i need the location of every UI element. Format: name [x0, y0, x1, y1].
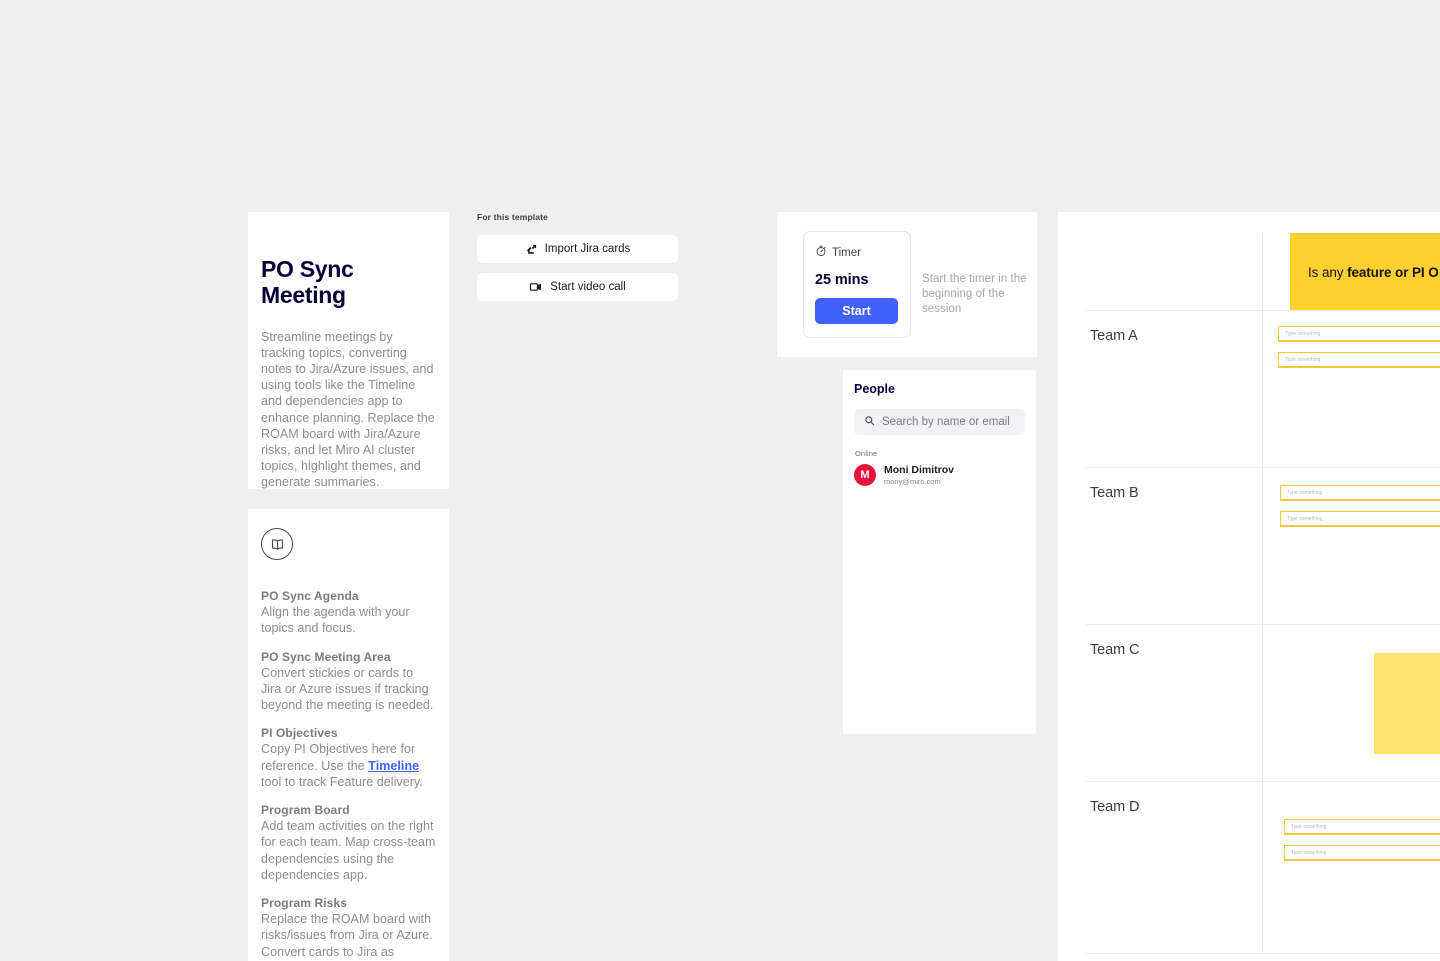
- table-row: Team B Type something Type something: [1086, 468, 1440, 625]
- agenda-section-body: Replace the ROAM board with risks/issues…: [261, 912, 433, 961]
- person-info: Moni Dimitrov mony@miro.com: [884, 464, 954, 487]
- intro-description: Streamline meetings by tracking topics, …: [261, 329, 435, 489]
- intro-card: PO Sync Meeting Streamline meetings by t…: [248, 212, 449, 489]
- sticky-input[interactable]: Type something: [1280, 511, 1440, 527]
- start-video-call-label: Start video call: [550, 281, 626, 293]
- program-board-panel: Is any feature or PI O Team A Type somet…: [1058, 212, 1440, 961]
- timer-header: Timer: [815, 245, 899, 260]
- board-row-label: Team A: [1090, 328, 1138, 344]
- sticky-note[interactable]: [1374, 653, 1440, 754]
- agenda-section: PO Sync Agenda Align the agenda with you…: [261, 589, 436, 637]
- person-email: mony@miro.com: [884, 477, 941, 487]
- open-book-icon: [261, 528, 293, 560]
- table-row: Team A Type something Type something: [1086, 311, 1440, 468]
- sticky-input[interactable]: Type something: [1284, 819, 1440, 835]
- people-panel: People Search by name or email Online M …: [843, 370, 1036, 734]
- template-actions-panel: For this template Import Jira cards Star…: [477, 212, 683, 311]
- agenda-section-heading: Program Board: [261, 803, 350, 817]
- agenda-body-after: tool to track Feature delivery.: [261, 774, 423, 789]
- table-row: Team C: [1086, 625, 1440, 782]
- agenda-section: PO Sync Meeting Area Convert stickies or…: [261, 650, 436, 714]
- import-jira-cards-label: Import Jira cards: [544, 243, 631, 255]
- timer-start-button[interactable]: Start: [815, 298, 898, 324]
- agenda-section-body: Convert stickies or cards to Jira or Azu…: [261, 665, 434, 713]
- timer-value: 25 mins: [815, 272, 869, 288]
- person-name: Moni Dimitrov: [884, 464, 954, 476]
- agenda-card: PO Sync Agenda Align the agenda with you…: [248, 509, 449, 961]
- timer-hint-text: Start the timer in the beginning of the …: [922, 273, 1027, 316]
- agenda-section-heading: PO Sync Agenda: [261, 589, 359, 603]
- timeline-link[interactable]: Timeline: [368, 759, 419, 773]
- agenda-section: Program Risks Replace the ROAM board wit…: [261, 896, 436, 961]
- template-actions-label: For this template: [477, 212, 549, 222]
- agenda-section-heading: PI Objectives: [261, 726, 338, 741]
- list-item[interactable]: M Moni Dimitrov mony@miro.com: [854, 464, 1025, 487]
- people-search-field[interactable]: Search by name or email: [854, 409, 1025, 435]
- agenda-section-body: Align the agenda with your topics and fo…: [261, 605, 410, 636]
- import-jira-icon: [525, 243, 538, 256]
- timer-label: Timer: [832, 246, 861, 259]
- timer-panel: Timer 25 mins Start Start the timer in t…: [777, 212, 1037, 357]
- board-row-label: Team D: [1090, 799, 1140, 815]
- agenda-section-heading: Program Risks: [261, 896, 348, 910]
- agenda-section: Program Board Add team activities on the…: [261, 803, 436, 883]
- sticky-input[interactable]: Type something: [1280, 485, 1440, 501]
- stopwatch-icon: [815, 245, 827, 260]
- board-row-label: Team C: [1090, 642, 1140, 658]
- board-header-row: [1086, 233, 1440, 311]
- sticky-input[interactable]: Type something: [1278, 326, 1440, 342]
- import-jira-cards-button[interactable]: Import Jira cards: [477, 235, 678, 263]
- board-row-label: Team B: [1090, 485, 1139, 501]
- timer-widget: Timer 25 mins Start: [803, 231, 911, 338]
- search-icon: [864, 413, 875, 431]
- people-online-label: Online: [855, 449, 878, 458]
- video-camera-icon: [529, 280, 543, 294]
- people-search-placeholder: Search by name or email: [882, 416, 1010, 428]
- agenda-section-heading: PO Sync Meeting Area: [261, 649, 391, 664]
- program-board-grid: Is any feature or PI O Team A Type somet…: [1086, 233, 1440, 954]
- agenda-section-body: Copy PI Objectives here for reference. U…: [261, 741, 436, 790]
- avatar: M: [854, 464, 876, 487]
- agenda-section: PI Objectives Copy PI Objectives here fo…: [261, 726, 436, 790]
- sticky-input[interactable]: Type something: [1284, 845, 1440, 861]
- sticky-input[interactable]: Type something: [1278, 352, 1440, 368]
- start-video-call-button[interactable]: Start video call: [477, 273, 678, 301]
- page-title: PO Sync Meeting: [261, 256, 354, 309]
- table-row: Team D Type something Type something: [1086, 782, 1440, 954]
- people-panel-title: People: [854, 382, 895, 396]
- agenda-section-body: Add team activities on the right for eac…: [261, 819, 436, 882]
